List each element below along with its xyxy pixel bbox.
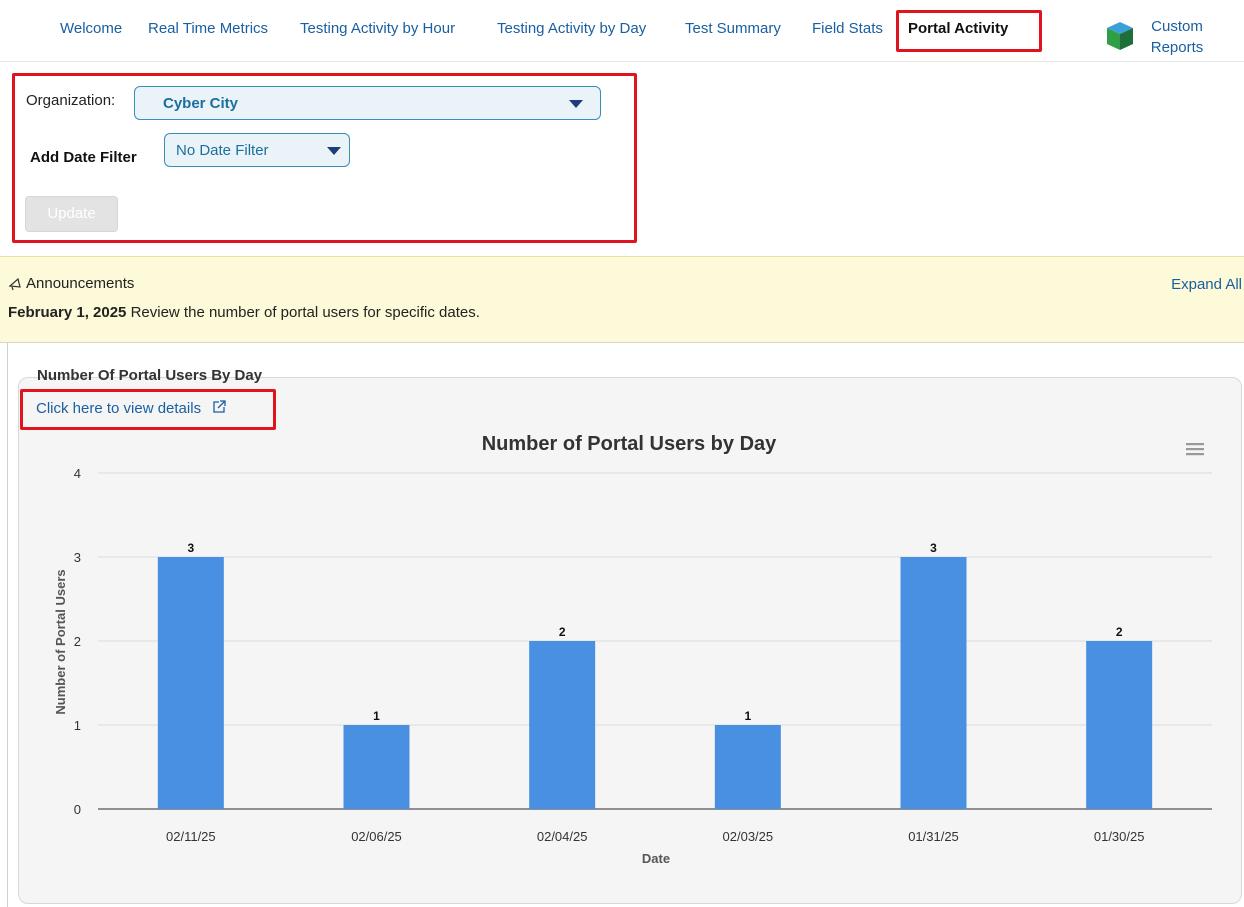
chart-bar[interactable]	[529, 641, 596, 809]
chart-y-tick-label: 2	[74, 634, 81, 649]
custom-reports-link[interactable]: Custom Reports	[1104, 16, 1224, 62]
highlight-box-nav	[896, 10, 1042, 52]
chevron-down-icon	[569, 100, 583, 108]
chart-title: Number of Portal Users by Day	[482, 433, 777, 455]
chart-bar[interactable]	[1086, 641, 1153, 809]
organization-value: Cyber City	[163, 95, 239, 112]
chart-x-tick-label: 01/30/25	[1094, 829, 1145, 844]
chart-y-tick-label: 0	[74, 802, 81, 817]
chart-bar[interactable]	[900, 557, 967, 809]
chart-bar[interactable]	[714, 725, 781, 809]
chart-x-tick-label: 01/31/25	[908, 829, 959, 844]
organization-label: Organization:	[26, 92, 116, 109]
custom-reports-line1: Custom	[1151, 18, 1203, 35]
date-filter-label: Add Date Filter	[30, 149, 137, 166]
chart-y-tick-label: 1	[74, 718, 81, 733]
nav-test-summary[interactable]: Test Summary	[685, 20, 781, 37]
announcements-title: Announcements	[26, 275, 135, 292]
chart-bar[interactable]	[343, 725, 410, 809]
chart-data-label: 1	[744, 709, 751, 723]
chart-y-tick-label: 3	[74, 550, 81, 565]
announcement-item: February 1, 2025 Review the number of po…	[8, 304, 480, 321]
chart-data-label: 2	[559, 625, 566, 639]
chart-x-tick-label: 02/04/25	[537, 829, 588, 844]
chart-x-tick-label: 02/11/25	[166, 829, 216, 844]
update-button[interactable]: Update	[25, 196, 118, 232]
chart-data-label: 3	[187, 541, 194, 555]
nav-testing-activity-by-hour[interactable]: Testing Activity by Hour	[300, 20, 455, 37]
custom-reports-line2: Reports	[1150, 39, 1204, 56]
organization-select[interactable]: Cyber City	[134, 86, 601, 120]
chart-x-tick-label: 02/03/25	[723, 829, 774, 844]
chart-y-tick-label: 4	[74, 466, 81, 481]
announcements-banner: Announcements Expand All February 1, 202…	[0, 256, 1244, 343]
chart-data-label: 1	[373, 709, 380, 723]
nav-testing-activity-by-day[interactable]: Testing Activity by Day	[497, 20, 646, 37]
nav-field-stats[interactable]: Field Stats	[812, 20, 883, 37]
announcement-date: February 1, 2025	[8, 304, 127, 321]
megaphone-icon	[8, 277, 21, 291]
chart-data-label: 2	[1116, 625, 1123, 639]
chart-bar[interactable]	[157, 557, 224, 809]
custom-reports-label: Custom Reports	[1142, 16, 1212, 58]
divider	[7, 343, 8, 907]
announcement-text: Review the number of portal users for sp…	[130, 304, 480, 321]
expand-all-link[interactable]: Expand All	[1171, 276, 1242, 293]
bar-chart: Number of Portal Users by Day Number of …	[53, 433, 1212, 866]
chart-y-axis-label: Number of Portal Users	[53, 569, 68, 714]
date-filter-select[interactable]: No Date Filter	[164, 133, 350, 167]
chevron-down-icon	[327, 147, 341, 155]
date-filter-value: No Date Filter	[176, 142, 269, 159]
chart-data-label: 3	[930, 541, 937, 555]
nav-real-time-metrics[interactable]: Real Time Metrics	[148, 20, 268, 37]
cube-icon	[1107, 22, 1133, 50]
nav-welcome[interactable]: Welcome	[60, 20, 122, 37]
top-nav: Welcome Real Time Metrics Testing Activi…	[0, 0, 1244, 62]
chart-x-tick-label: 02/06/25	[351, 829, 402, 844]
chart-x-axis-label: Date	[642, 851, 670, 866]
